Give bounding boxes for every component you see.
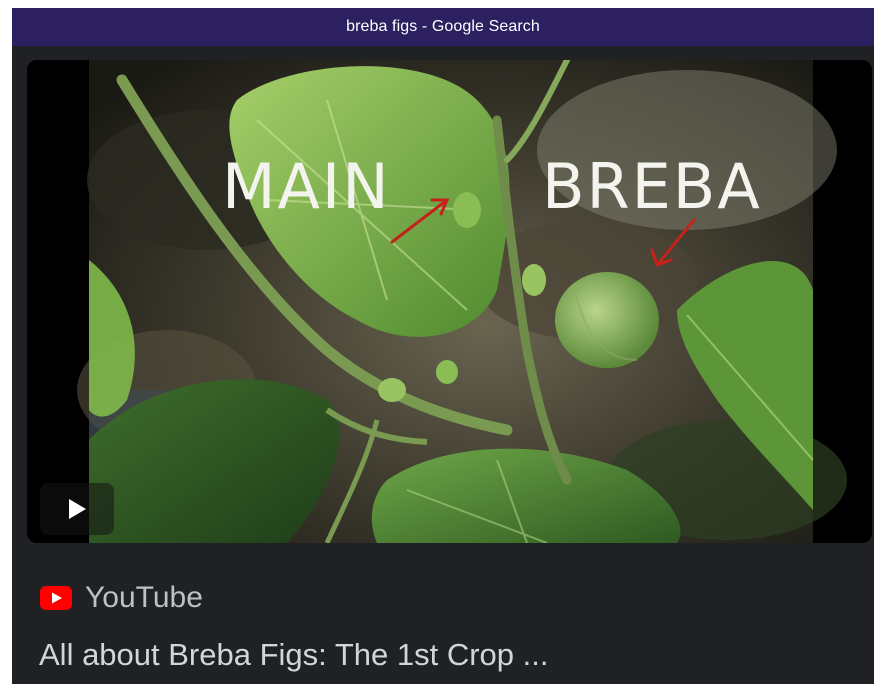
overlay-text-breba: BREBA <box>542 150 762 223</box>
play-button[interactable] <box>40 483 114 535</box>
window-title: breba figs - Google Search <box>346 18 540 35</box>
source-name: YouTube <box>85 581 203 614</box>
overlay-text-main: MAIN <box>222 150 391 223</box>
play-icon <box>69 499 86 519</box>
video-thumbnail[interactable]: MAIN BREBA <box>27 60 872 543</box>
result-title-link[interactable]: All about Breba Figs: The 1st Crop ... <box>39 637 548 673</box>
browser-frame: breba figs - Google Search MAIN BREBA Yo… <box>12 8 874 684</box>
window-titlebar: breba figs - Google Search <box>12 8 874 46</box>
result-source[interactable]: YouTube <box>39 581 203 615</box>
youtube-icon <box>40 586 72 610</box>
video-thumbnail-image: MAIN BREBA <box>27 60 872 543</box>
